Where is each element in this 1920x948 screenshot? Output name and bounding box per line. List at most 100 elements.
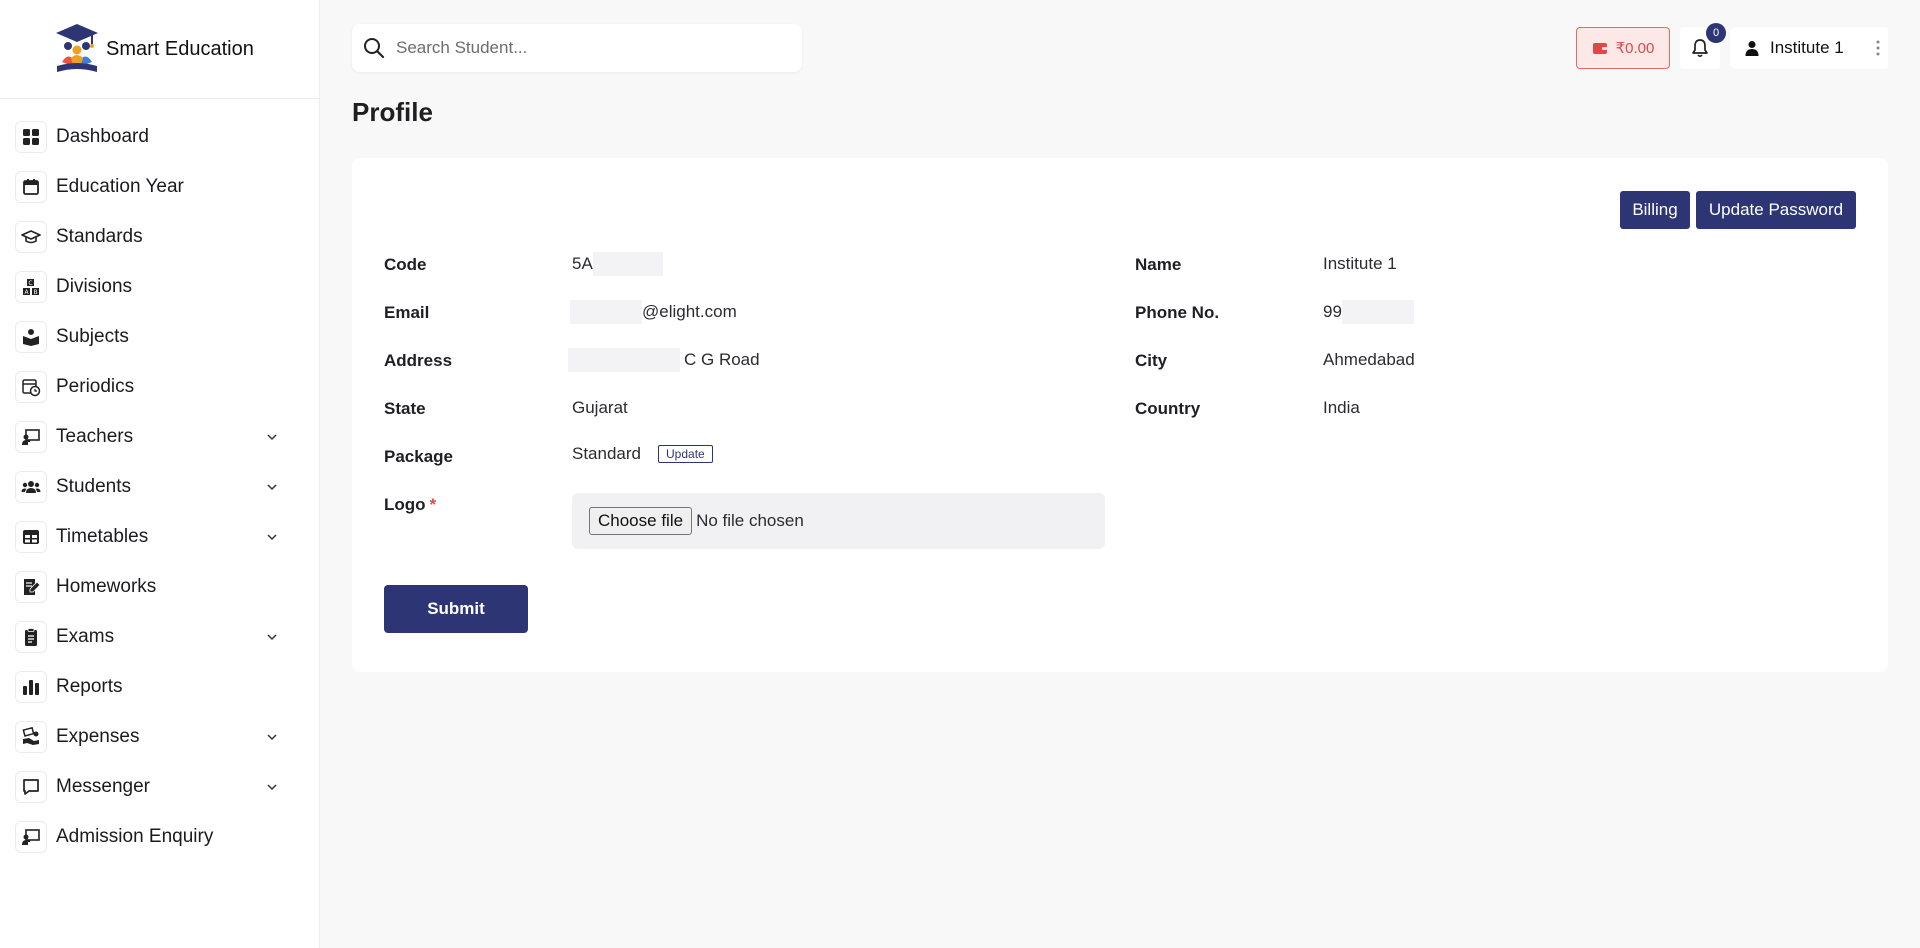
dashboard-icon: [15, 121, 47, 153]
svg-text:B: B: [33, 289, 37, 296]
package-label: Package: [384, 447, 453, 466]
billing-button[interactable]: Billing: [1620, 191, 1690, 229]
city-value: Ahmedabad: [1323, 350, 1415, 369]
sidebar-item-label: Reports: [56, 676, 123, 697]
sidebar-nav: Dashboard Education Year Standards CAB D…: [0, 99, 319, 862]
chevron-down-icon[interactable]: [265, 630, 279, 644]
message-square-icon: [15, 771, 47, 803]
sidebar-item-divisions[interactable]: CAB Divisions: [0, 262, 319, 312]
phone-text: 99: [1323, 302, 1342, 321]
country-value: India: [1323, 398, 1360, 417]
sidebar-item-subjects[interactable]: Subjects: [0, 312, 319, 362]
code-text: 5A: [572, 254, 593, 273]
svg-text:C: C: [28, 280, 32, 287]
sidebar-item-timetables[interactable]: Timetables: [0, 512, 319, 562]
address-label: Address: [384, 351, 453, 370]
redacted-mask: [1341, 300, 1414, 324]
profile-card: Billing Update Password Code 5A Name Ins…: [352, 158, 1888, 672]
wallet-amount: ₹0.00: [1615, 40, 1655, 57]
clipboard-icon: [15, 621, 47, 653]
phone-label: Phone No.: [1135, 303, 1220, 322]
city-label: City: [1135, 351, 1168, 370]
user-menu[interactable]: Institute 1: [1730, 27, 1888, 69]
update-password-button[interactable]: Update Password: [1696, 191, 1856, 229]
email-label: Email: [384, 303, 430, 322]
notification-count-badge: 0: [1706, 23, 1726, 43]
brand[interactable]: Smart Education: [0, 0, 319, 99]
address-value: C G Road: [568, 348, 760, 372]
table-icon: [15, 521, 47, 553]
country-label: Country: [1135, 399, 1201, 418]
sidebar-item-standards[interactable]: Standards: [0, 212, 319, 262]
sidebar-item-periodics[interactable]: Periodics: [0, 362, 319, 412]
sidebar-item-label: Admission Enquiry: [56, 826, 214, 847]
chevron-down-icon[interactable]: [265, 430, 279, 444]
sidebar-item-admission-enquiry[interactable]: Admission Enquiry: [0, 812, 319, 862]
sidebar-item-expenses[interactable]: Expenses: [0, 712, 319, 762]
sidebar-item-homeworks[interactable]: Homeworks: [0, 562, 319, 612]
search-input[interactable]: [396, 38, 776, 58]
brand-name: Smart Education: [106, 37, 254, 60]
sidebar-item-label: Students: [56, 476, 131, 497]
email-value: @elight.com: [570, 300, 737, 324]
sidebar-item-dashboard[interactable]: Dashboard: [0, 112, 319, 162]
chalkboard-teacher-icon: [15, 821, 47, 853]
sidebar-item-label: Timetables: [56, 526, 149, 547]
file-status: No file chosen: [696, 511, 804, 530]
sidebar-item-label: Teachers: [56, 426, 134, 447]
calendar-clock-icon: [15, 371, 47, 403]
bar-chart-icon: [15, 671, 47, 703]
name-label: Name: [1135, 255, 1182, 274]
sidebar-item-label: Standards: [56, 226, 143, 247]
logo-label-text: Logo: [384, 495, 426, 514]
sidebar-item-label: Periodics: [56, 376, 135, 397]
code-label: Code: [384, 255, 427, 274]
page-title: Profile: [352, 97, 433, 127]
chevron-down-icon[interactable]: [265, 530, 279, 544]
sidebar-item-label: Expenses: [56, 726, 140, 747]
submit-button[interactable]: Submit: [384, 585, 528, 633]
state-label: State: [384, 399, 426, 418]
redacted-mask: [592, 252, 663, 276]
chevron-down-icon[interactable]: [265, 730, 279, 744]
choose-file-button[interactable]: Choose file: [589, 507, 693, 535]
state-value: Gujarat: [572, 398, 628, 417]
abc-blocks-icon: CAB: [15, 271, 47, 303]
sidebar-item-students[interactable]: Students: [0, 462, 319, 512]
email-text: @elight.com: [642, 302, 737, 321]
sidebar-item-label: Exams: [56, 626, 115, 647]
logo-file-input[interactable]: Choose file No file chosen: [572, 493, 1105, 549]
sidebar-item-education-year[interactable]: Education Year: [0, 162, 319, 212]
chevron-down-icon[interactable]: [265, 780, 279, 794]
package-update-button[interactable]: Update: [658, 445, 713, 463]
chalkboard-teacher-icon: [15, 421, 47, 453]
calendar-icon: [15, 171, 47, 203]
redacted-mask: [568, 348, 680, 372]
chevron-down-icon[interactable]: [265, 480, 279, 494]
sidebar-item-label: Education Year: [56, 176, 184, 197]
graduation-logo-icon: [56, 24, 98, 72]
required-asterisk: *: [429, 495, 437, 514]
wallet-icon: [1592, 43, 1607, 54]
more-vertical-icon[interactable]: [1876, 40, 1880, 56]
code-value: 5A: [572, 252, 663, 276]
sidebar-item-messenger[interactable]: Messenger: [0, 762, 319, 812]
sidebar-item-teachers[interactable]: Teachers: [0, 412, 319, 462]
bell-icon: [1692, 39, 1708, 58]
sidebar-item-label: Homeworks: [56, 576, 157, 597]
package-text: Standard: [572, 444, 641, 463]
wallet-balance-button[interactable]: ₹0.00: [1576, 27, 1670, 69]
users-icon: [15, 471, 47, 503]
notebook-pen-icon: [15, 571, 47, 603]
phone-value: 99: [1323, 300, 1414, 324]
address-text: C G Road: [684, 350, 760, 369]
graduation-cap-icon: [15, 221, 47, 253]
sidebar-item-label: Divisions: [56, 276, 133, 297]
sidebar-item-reports[interactable]: Reports: [0, 662, 319, 712]
search-bar[interactable]: [352, 24, 802, 72]
user-icon: [1745, 41, 1759, 56]
reader-icon: [15, 321, 47, 353]
sidebar: Smart Education Dashboard Education Year…: [0, 0, 320, 948]
sidebar-item-exams[interactable]: Exams: [0, 612, 319, 662]
sidebar-item-label: Dashboard: [56, 126, 149, 147]
